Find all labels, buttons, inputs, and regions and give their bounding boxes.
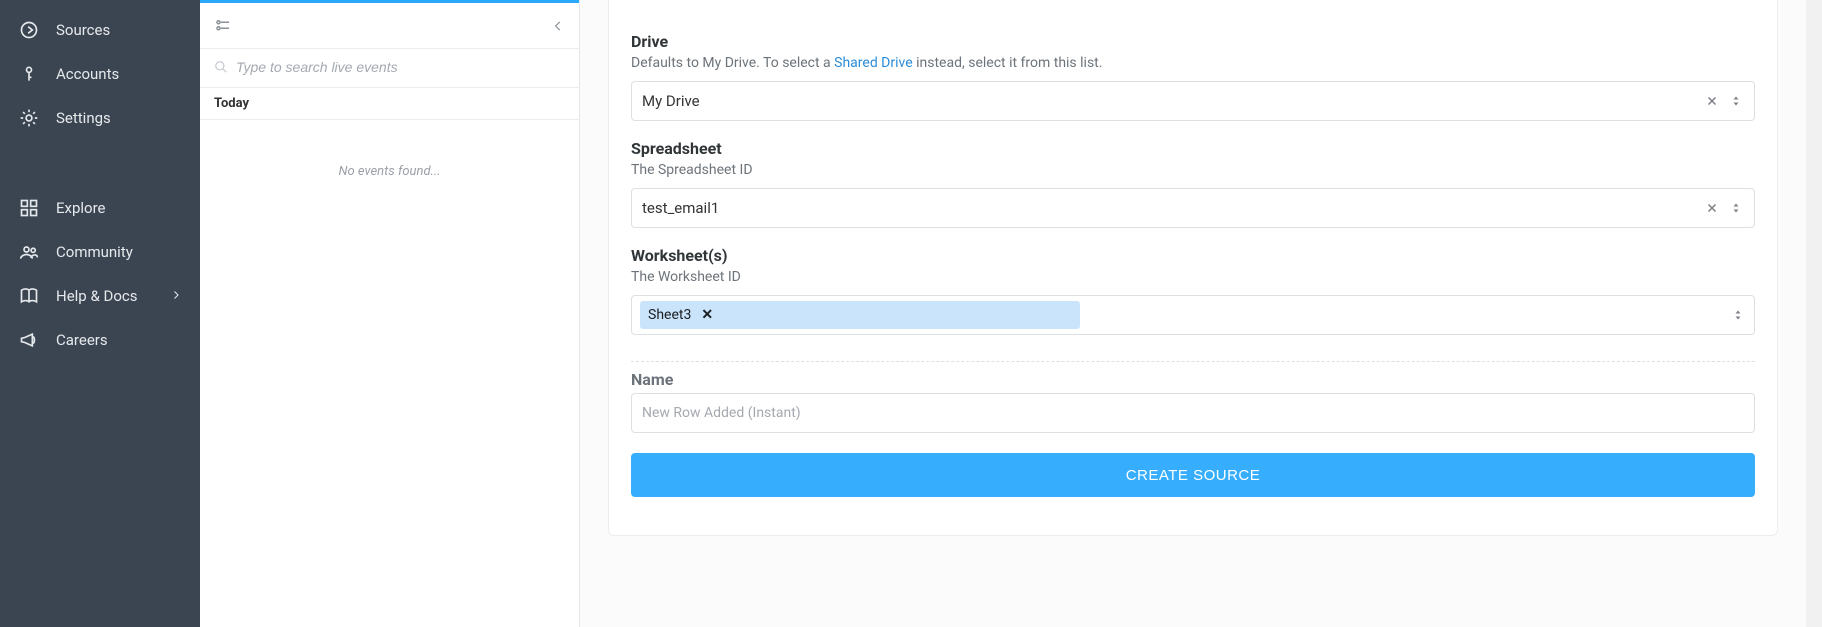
grid-icon	[18, 197, 40, 219]
sidebar-item-label: Settings	[56, 109, 111, 127]
create-source-button[interactable]: CREATE SOURCE	[631, 453, 1755, 497]
form-card: Drive Defaults to My Drive. To select a …	[608, 0, 1778, 536]
drive-select[interactable]: My Drive	[631, 81, 1755, 121]
spreadsheet-value: test_email1	[642, 199, 1704, 217]
sidebar-item-help[interactable]: Help & Docs	[0, 274, 200, 318]
clear-icon[interactable]	[1704, 92, 1720, 110]
sort-icon[interactable]	[1728, 92, 1744, 110]
chevron-right-icon	[170, 287, 182, 305]
search-icon	[214, 60, 228, 74]
events-empty-text: No events found...	[200, 120, 579, 223]
main-content: Drive Defaults to My Drive. To select a …	[580, 0, 1806, 627]
field-spreadsheet: Spreadsheet The Spreadsheet ID test_emai…	[631, 139, 1755, 228]
divider	[631, 361, 1755, 362]
drive-description: Defaults to My Drive. To select a Shared…	[631, 55, 1755, 71]
field-drive: Drive Defaults to My Drive. To select a …	[631, 32, 1755, 121]
events-search	[200, 49, 579, 88]
community-icon	[18, 241, 40, 263]
sidebar-item-label: Help & Docs	[56, 287, 138, 305]
sidebar-item-label: Accounts	[56, 65, 119, 83]
sidebar-item-label: Community	[56, 243, 133, 261]
spreadsheet-label: Spreadsheet	[631, 139, 1755, 158]
drive-label: Drive	[631, 32, 1755, 51]
shared-drive-link[interactable]: Shared Drive	[834, 55, 913, 71]
spreadsheet-select[interactable]: test_email1	[631, 188, 1755, 228]
events-today-label: Today	[200, 88, 579, 120]
sidebar-item-label: Explore	[56, 199, 106, 217]
sidebar-item-label: Careers	[56, 331, 108, 349]
scrollbar[interactable]	[1806, 0, 1822, 627]
events-panel: Today No events found...	[200, 0, 580, 627]
worksheet-label: Worksheet(s)	[631, 246, 1755, 265]
chip-label: Sheet3	[648, 307, 691, 323]
clear-icon[interactable]	[1704, 199, 1720, 217]
book-icon	[18, 285, 40, 307]
sidebar-item-settings[interactable]: Settings	[0, 96, 200, 140]
name-label: Name	[631, 370, 1755, 389]
chip-remove-icon[interactable]: ✕	[701, 307, 713, 323]
events-search-input[interactable]	[236, 59, 565, 75]
drive-value: My Drive	[642, 92, 1704, 110]
name-placeholder: New Row Added (Instant)	[642, 405, 801, 421]
worksheet-multiselect[interactable]: Sheet3 ✕	[631, 295, 1755, 335]
sidebar-item-sources[interactable]: Sources	[0, 8, 200, 52]
sort-icon[interactable]	[1730, 306, 1746, 324]
gear-icon	[18, 107, 40, 129]
megaphone-icon	[18, 329, 40, 351]
sidebar-item-careers[interactable]: Careers	[0, 318, 200, 362]
field-name: Name New Row Added (Instant)	[631, 370, 1755, 433]
field-worksheet: Worksheet(s) The Worksheet ID Sheet3 ✕	[631, 246, 1755, 335]
worksheet-chip: Sheet3 ✕	[640, 301, 1080, 329]
sources-icon	[18, 19, 40, 41]
sidebar-item-label: Sources	[56, 21, 110, 39]
spreadsheet-description: The Spreadsheet ID	[631, 162, 1755, 178]
key-icon	[18, 63, 40, 85]
sidebar-item-explore[interactable]: Explore	[0, 186, 200, 230]
name-input[interactable]: New Row Added (Instant)	[631, 393, 1755, 433]
sort-icon[interactable]	[1728, 199, 1744, 217]
filter-icon[interactable]	[214, 17, 232, 35]
sidebar-item-community[interactable]: Community	[0, 230, 200, 274]
sidebar-item-accounts[interactable]: Accounts	[0, 52, 200, 96]
sidebar: Sources Accounts Settings Explore Commun…	[0, 0, 200, 627]
collapse-icon[interactable]	[551, 19, 565, 33]
worksheet-description: The Worksheet ID	[631, 269, 1755, 285]
